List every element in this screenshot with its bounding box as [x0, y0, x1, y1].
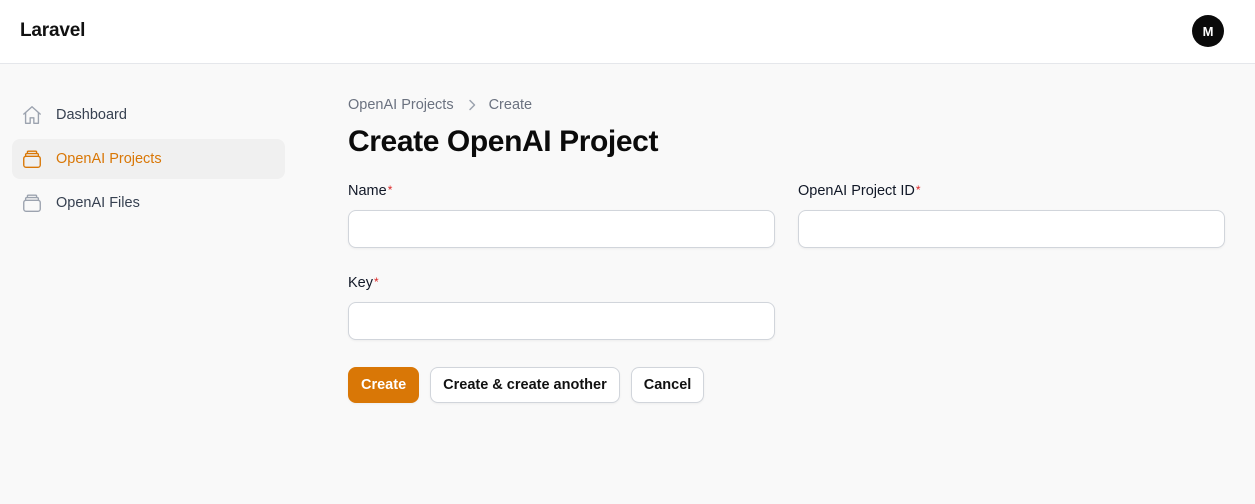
sidebar-item-label: OpenAI Projects — [56, 151, 162, 167]
sidebar-item-label: Dashboard — [56, 107, 127, 123]
sidebar-item-dashboard[interactable]: Dashboard — [12, 95, 285, 135]
project-id-label-text: OpenAI Project ID — [798, 183, 915, 199]
chevron-right-icon — [468, 99, 477, 111]
create-another-button[interactable]: Create & create another — [430, 367, 620, 403]
home-icon — [21, 104, 43, 126]
page-title: Create OpenAI Project — [348, 125, 659, 158]
key-label-text: Key — [348, 275, 373, 291]
create-project-form: Name* OpenAI Project ID* Key* Create Cre… — [348, 183, 1225, 423]
sidebar-item-label: OpenAI Files — [56, 195, 140, 211]
breadcrumb-parent-link[interactable]: OpenAI Projects — [348, 97, 454, 113]
required-marker: * — [387, 183, 393, 197]
name-label-text: Name — [348, 183, 387, 199]
project-id-input[interactable] — [798, 210, 1225, 248]
project-id-label: OpenAI Project ID* — [798, 183, 1225, 201]
breadcrumb-current: Create — [488, 97, 533, 113]
sidebar-item-openai-projects[interactable]: OpenAI Projects — [12, 139, 285, 179]
sidebar-item-openai-files[interactable]: OpenAI Files — [12, 183, 285, 223]
key-input[interactable] — [348, 302, 775, 340]
required-marker: * — [374, 275, 379, 289]
stack-icon — [21, 192, 43, 214]
name-input[interactable] — [348, 210, 775, 248]
user-avatar[interactable]: M — [1192, 15, 1224, 47]
sidebar: Dashboard OpenAI Projects OpenAI Files — [12, 95, 285, 227]
key-label: Key* — [348, 275, 775, 293]
brand-logo[interactable]: Laravel — [20, 20, 85, 42]
main-content: OpenAI Projects Create Create OpenAI Pro… — [348, 95, 1225, 423]
project-id-field-group: OpenAI Project ID* — [798, 183, 1225, 248]
stack-icon — [21, 148, 43, 170]
form-actions: Create Create & create another Cancel — [348, 367, 705, 403]
name-field-group: Name* — [348, 183, 775, 248]
name-label: Name* — [348, 183, 775, 201]
breadcrumb: OpenAI Projects Create — [348, 95, 1225, 115]
create-button[interactable]: Create — [348, 367, 420, 403]
cancel-button[interactable]: Cancel — [630, 367, 705, 403]
top-bar: Laravel M — [0, 0, 1255, 64]
required-marker: * — [915, 183, 921, 197]
key-field-group: Key* — [348, 275, 775, 340]
